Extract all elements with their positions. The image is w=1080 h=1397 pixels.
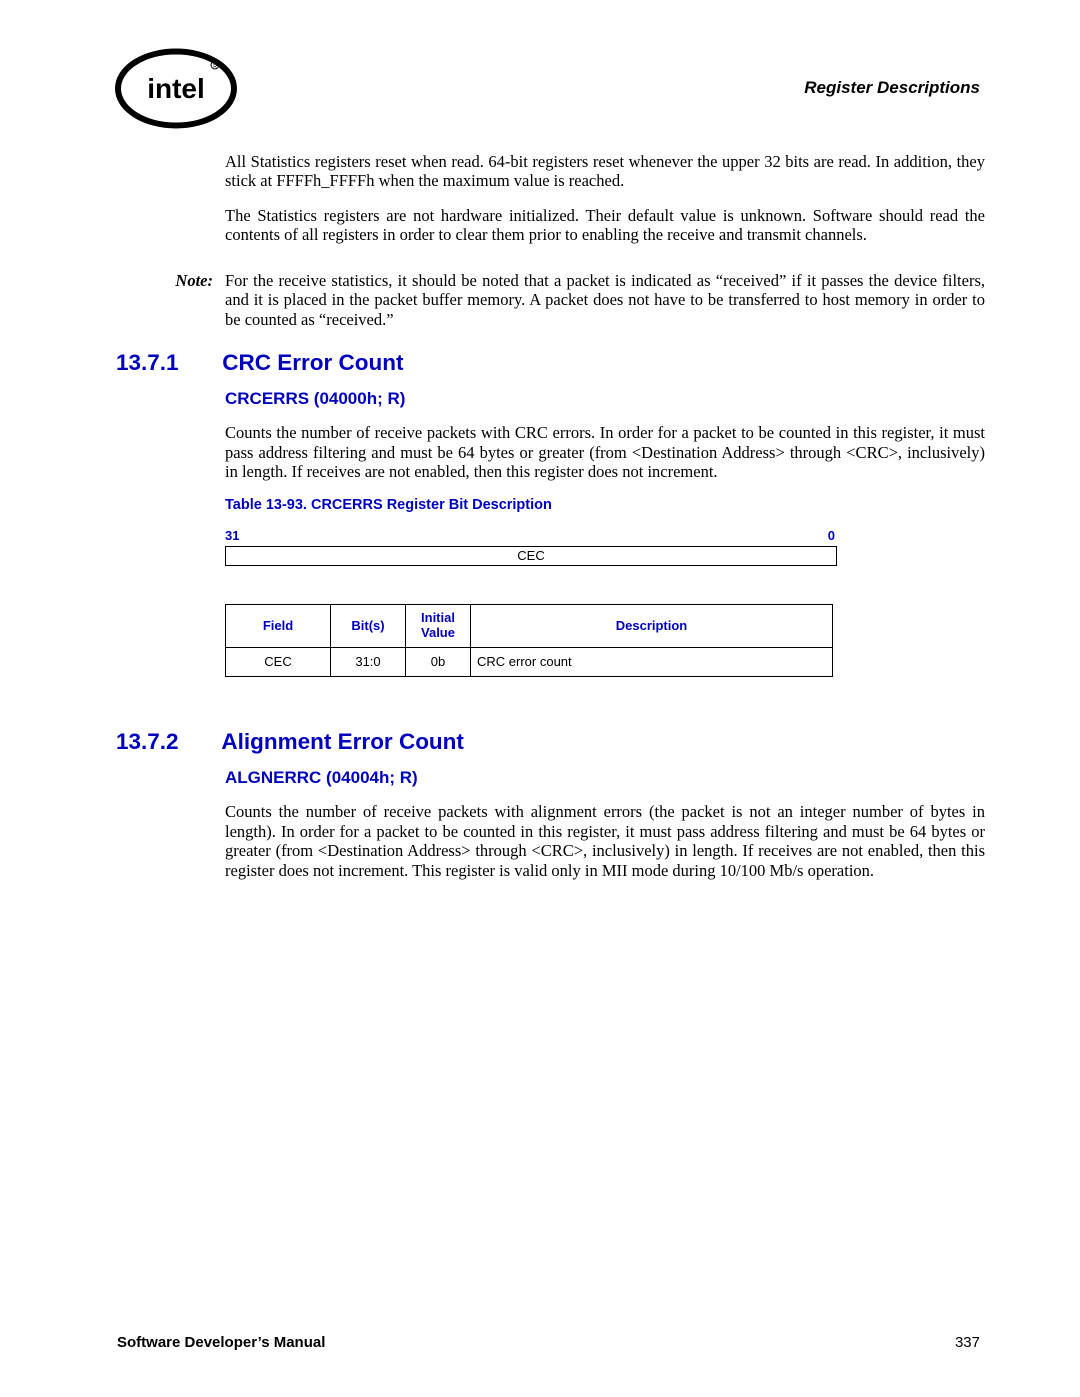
section-num-1: 13.7.1 [116,349,216,376]
svg-text:intel: intel [147,73,205,104]
section-1-body: Counts the number of receive packets wit… [225,423,985,481]
section-title-2: Alignment Error Count [221,729,464,754]
th-field: Field [226,605,331,648]
intro-block: All Statistics registers reset when read… [225,152,985,260]
page-footer: Software Developer’s Manual 337 [117,1334,980,1352]
th-bits: Bit(s) [331,605,406,648]
bitfield-name: CEC [225,546,837,567]
footer-doc-title: Software Developer’s Manual [117,1334,325,1351]
td-desc: CRC error count [471,648,833,677]
page: intel R Register Descriptions All Statis… [0,0,1080,1397]
section-1-block: CRCERRS (04000h; R) Counts the number of… [225,389,985,677]
th-desc: Description [471,605,833,648]
note-body: For the receive statistics, it should be… [225,271,985,329]
section-heading-1: 13.7.1 CRC Error Count [116,349,404,376]
td-init: 0b [406,648,471,677]
section-num-2: 13.7.2 [116,728,216,755]
section-2-body: Counts the number of receive packets wit… [225,802,985,880]
section-2-block: ALGNERRC (04004h; R) Counts the number o… [225,768,985,895]
section-title-1: CRC Error Count [222,350,403,375]
page-header-title: Register Descriptions [804,78,980,98]
bitfield-diagram: 31 0 CEC [225,528,985,566]
td-bits: 31:0 [331,648,406,677]
section-2-subtitle: ALGNERRC (04004h; R) [225,768,985,788]
intel-logo-icon: intel R [115,48,237,129]
intro-p2: The Statistics registers are not hardwar… [225,206,985,245]
td-field: CEC [226,648,331,677]
table-row: CEC 31:0 0b CRC error count [226,648,833,677]
bit-hi: 31 [225,528,239,544]
svg-text:R: R [213,64,217,70]
th-init: InitialValue [406,605,471,648]
bit-lo: 0 [828,528,835,544]
section-heading-2: 13.7.2 Alignment Error Count [116,728,464,755]
note-block: Note: For the receive statistics, it sho… [165,271,985,329]
register-table: Field Bit(s) InitialValue Description CE… [225,604,833,676]
footer-page-number: 337 [955,1334,980,1352]
intro-p1: All Statistics registers reset when read… [225,152,985,191]
note-label: Note: [165,271,213,291]
section-1-subtitle: CRCERRS (04000h; R) [225,389,985,409]
table-caption-1: Table 13-93. CRCERRS Register Bit Descri… [225,497,985,514]
